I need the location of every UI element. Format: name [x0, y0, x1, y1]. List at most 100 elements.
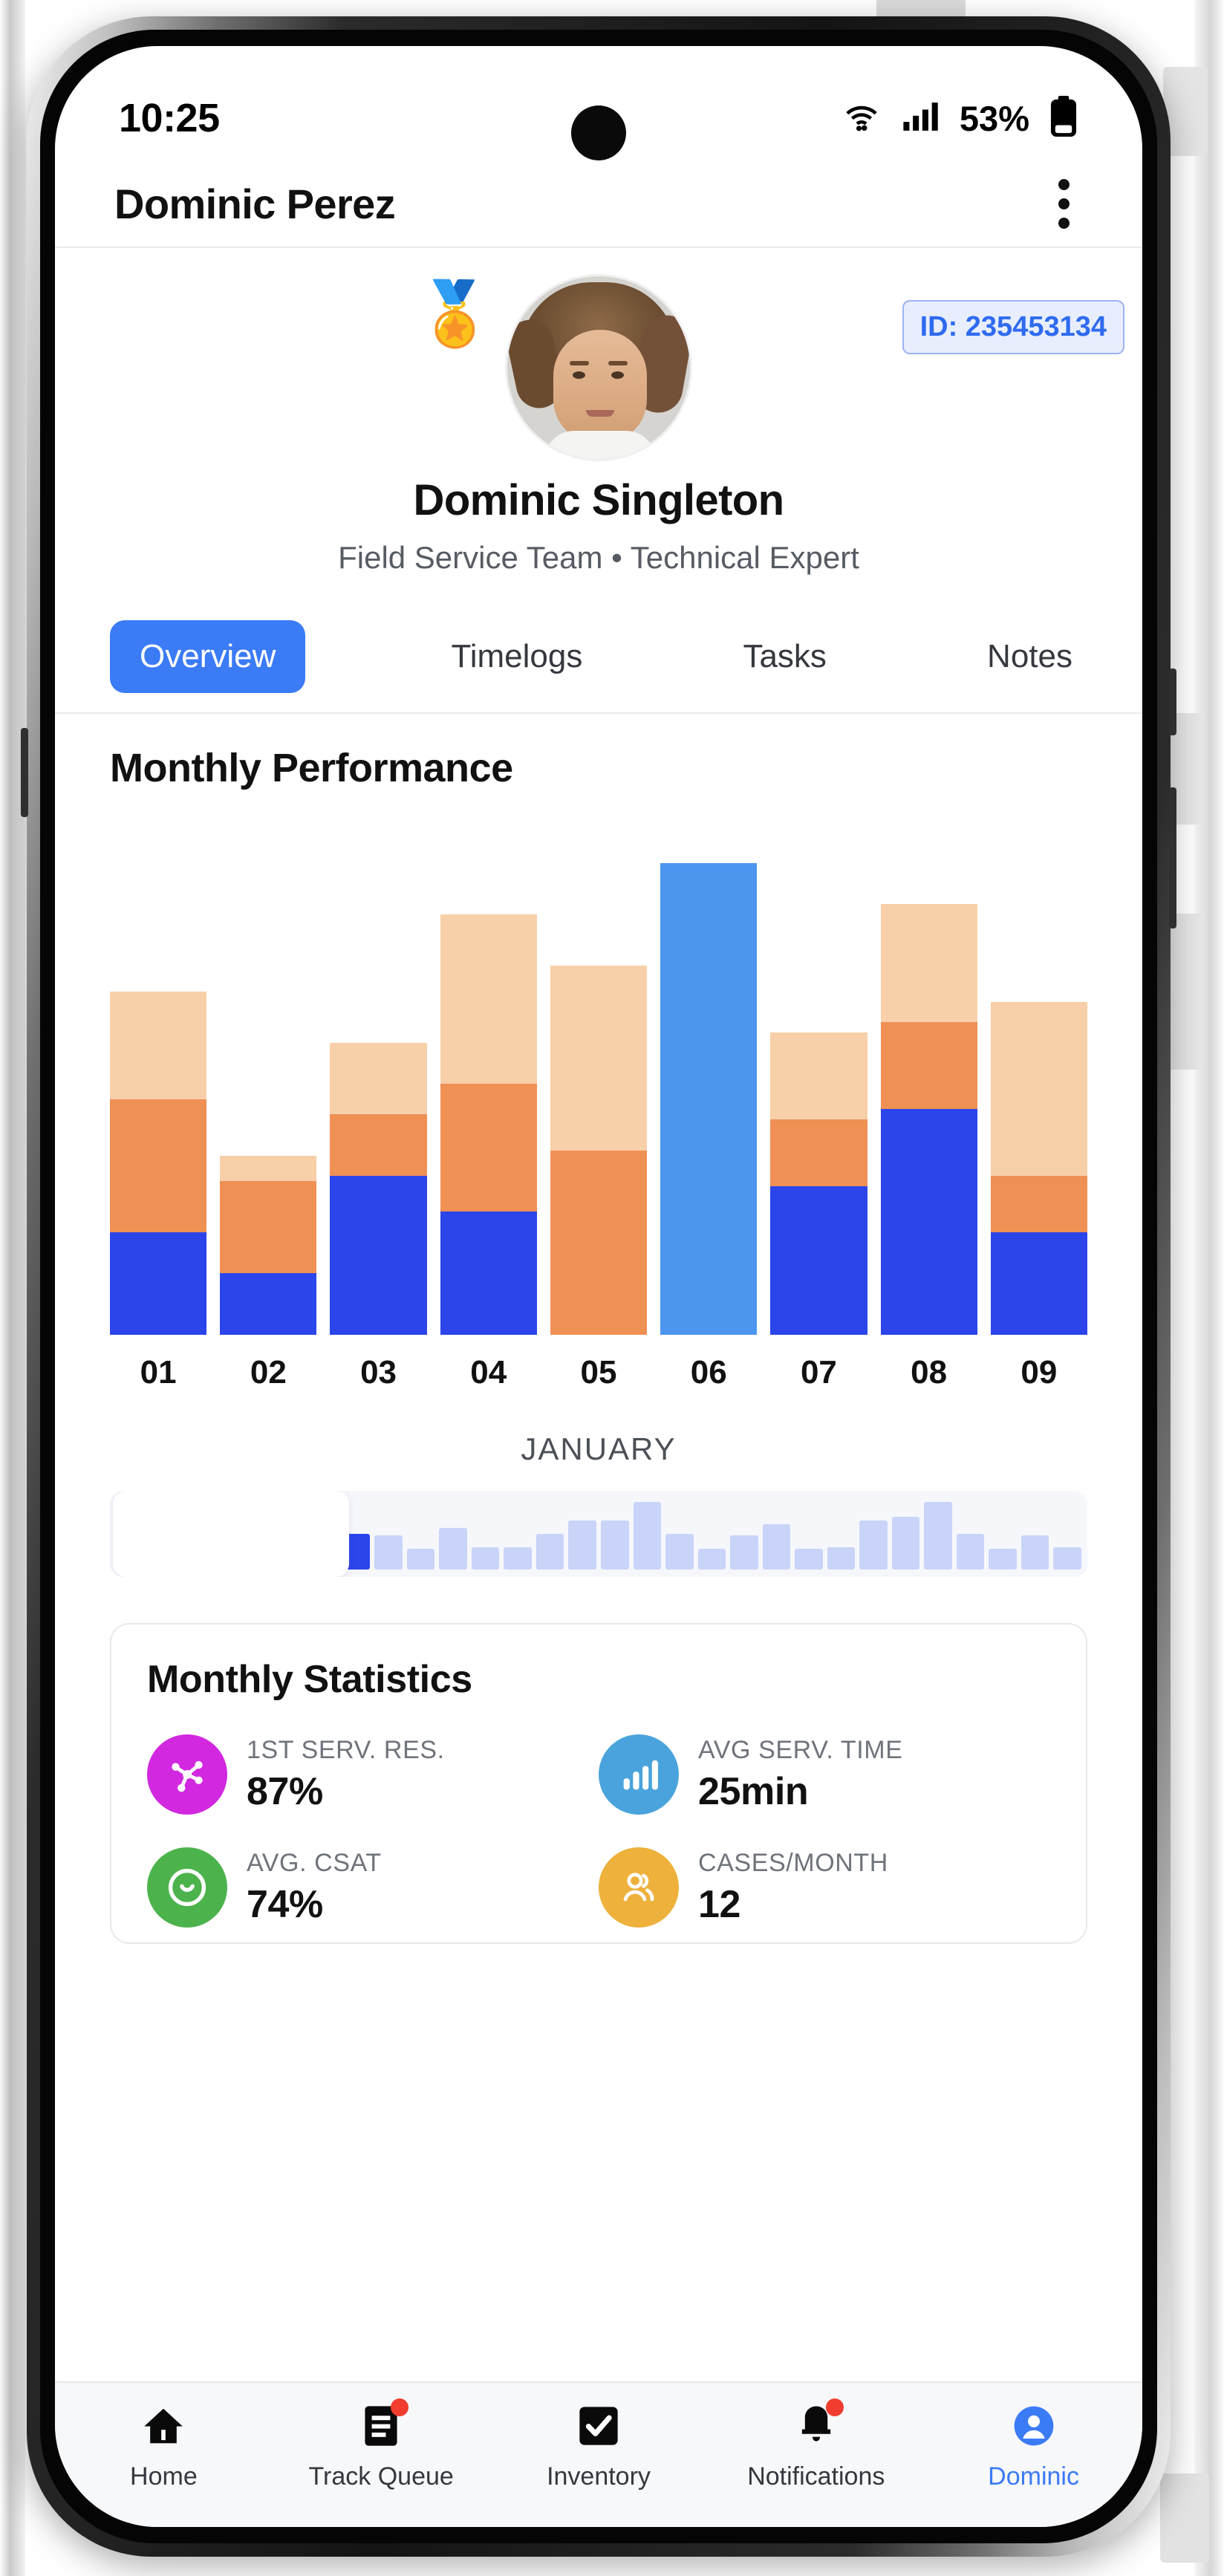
- tab-bar: Overview Timelogs Tasks Notes: [55, 595, 1142, 714]
- tab-notes[interactable]: Notes: [972, 620, 1087, 693]
- tab-overview[interactable]: Overview: [110, 620, 306, 693]
- phone-volume-button[interactable]: [1169, 669, 1176, 735]
- scrubber-bar: [859, 1520, 888, 1570]
- x-axis-label: 07: [800, 1354, 837, 1391]
- nav-item-inventory[interactable]: Inventory: [490, 2401, 708, 2491]
- stat-value: 25min: [698, 1769, 809, 1813]
- status-badge[interactable]: ID: 235453134: [902, 300, 1124, 354]
- scrubber-bar: [212, 1533, 241, 1570]
- scrubber-bar: [730, 1535, 758, 1570]
- home-icon: [139, 2401, 188, 2450]
- stats-grid: 1ST SERV. RES. 87% AVG SERV. TIME 25min …: [147, 1734, 1050, 1928]
- scrubber-bar: [924, 1501, 952, 1570]
- tab-timelogs[interactable]: Timelogs: [436, 620, 597, 693]
- phone-side-button[interactable]: [21, 728, 28, 817]
- user-avatar-icon: [1009, 2401, 1058, 2450]
- nav-item-track-queue[interactable]: Track Queue: [273, 2398, 490, 2491]
- bar-segment-completed: [880, 1109, 977, 1335]
- bottom-navigation: Home Track Queue Inventory Notifications…: [55, 2381, 1142, 2527]
- profile-name: Dominic Singleton: [413, 476, 785, 524]
- smiley-target-icon: [147, 1847, 227, 1928]
- bar-column[interactable]: [770, 822, 867, 1335]
- stat-label: 1ST SERV. RES.: [247, 1735, 445, 1764]
- bar-column[interactable]: [330, 822, 427, 1335]
- stat-label: CASES/MONTH: [698, 1848, 888, 1877]
- scrubber-bar: [956, 1533, 985, 1570]
- scrubber-bar: [180, 1546, 209, 1570]
- scrubber-bar: [795, 1549, 823, 1570]
- cellular-signal-icon: [902, 100, 940, 137]
- battery-percent: 53%: [959, 98, 1029, 138]
- nav-label: Dominic: [988, 2462, 1079, 2491]
- chart-x-axis: 01 02 03 04 05 06 07 08 09: [110, 1354, 1087, 1391]
- bar-segment-in-progress: [110, 1099, 207, 1232]
- bar-segment-completed: [110, 1232, 207, 1335]
- bar-column[interactable]: [440, 822, 537, 1335]
- x-axis-label: 09: [1020, 1354, 1058, 1391]
- scrubber-bar: [1053, 1546, 1081, 1570]
- nav-item-notifications[interactable]: Notifications: [707, 2398, 925, 2491]
- bar-column[interactable]: [990, 822, 1087, 1335]
- performance-chart-section: Monthly Performance 01 02 03 04 05 06 07 08 09 J…: [55, 714, 1142, 1467]
- x-axis-label: 04: [470, 1354, 507, 1391]
- bar-segment-pending: [220, 1155, 317, 1182]
- bar-chart-icon: [599, 1734, 679, 1815]
- bar-segment-completed: [220, 1273, 317, 1335]
- background-panel-right: [1194, 0, 1224, 2576]
- nav-label: Notifications: [747, 2462, 885, 2491]
- more-vertical-icon[interactable]: [1045, 170, 1083, 238]
- scrubber-bar: [989, 1549, 1017, 1570]
- stat-avg-service-time[interactable]: AVG SERV. TIME 25min: [599, 1734, 1050, 1815]
- scrubber-bar: [665, 1533, 694, 1570]
- camera-punch-hole: [571, 105, 626, 160]
- stat-first-service-resolution[interactable]: 1ST SERV. RES. 87%: [147, 1734, 599, 1815]
- chart-range-scrubber[interactable]: [110, 1491, 1087, 1577]
- nav-item-dominic[interactable]: Dominic: [925, 2401, 1142, 2491]
- scrubber-bar: [148, 1549, 177, 1570]
- bar-chart[interactable]: [110, 822, 1087, 1335]
- bar-column[interactable]: [110, 822, 207, 1335]
- bar-segment-in-progress: [220, 1181, 317, 1274]
- scrubber-bar: [342, 1533, 371, 1570]
- nav-item-home[interactable]: Home: [55, 2401, 273, 2491]
- status-clock: 10:25: [119, 96, 220, 140]
- x-axis-label: 03: [360, 1354, 397, 1391]
- bar-column[interactable]: [550, 822, 648, 1335]
- bar-column[interactable]: [660, 822, 758, 1335]
- stat-cases-per-month[interactable]: CASES/MONTH 12: [599, 1847, 1050, 1928]
- bar-column[interactable]: [880, 822, 977, 1335]
- app-header: Dominic Perez: [55, 160, 1142, 248]
- bar-segment-in-progress: [330, 1114, 427, 1177]
- scrubber-bar: [374, 1535, 403, 1570]
- stat-label: AVG. CSAT: [247, 1848, 382, 1877]
- phone-screen: 10:25 53% Dominic Perez 🏅 ID: 235453134 …: [55, 46, 1142, 2527]
- x-axis-label: 08: [911, 1354, 948, 1391]
- scrubber-bar: [277, 1524, 306, 1570]
- scrubber-bar: [1020, 1535, 1049, 1570]
- x-axis-label: 06: [690, 1354, 727, 1391]
- bar-segment-in-progress: [990, 1176, 1087, 1232]
- chart-month-label: JANUARY: [521, 1431, 677, 1466]
- page-title: Dominic Perez: [114, 180, 396, 227]
- status-indicators: 53%: [841, 95, 1078, 141]
- bar-segment-in-progress: [770, 1119, 867, 1186]
- bar-segment-pending: [770, 1032, 867, 1120]
- notification-badge: [825, 2398, 844, 2416]
- avatar[interactable]: [507, 276, 690, 459]
- scrubber-bar: [245, 1524, 273, 1570]
- stats-title: Monthly Statistics: [147, 1658, 472, 1701]
- scrubber-bar: [406, 1549, 435, 1570]
- bar-segment-completed: [440, 1211, 537, 1335]
- users-icon: [599, 1847, 679, 1928]
- tab-tasks[interactable]: Tasks: [728, 620, 841, 693]
- phone-power-button[interactable]: [1169, 787, 1176, 928]
- chart-title: Monthly Performance: [110, 746, 513, 790]
- nav-label: Home: [130, 2462, 198, 2491]
- stat-value: 74%: [247, 1882, 323, 1926]
- status-bar: 10:25 53%: [55, 46, 1142, 160]
- network-hub-icon: [147, 1734, 227, 1815]
- bar-column[interactable]: [220, 822, 317, 1335]
- bar-segment-pending: [110, 991, 207, 1099]
- scrubber-bar: [633, 1501, 662, 1570]
- stat-avg-csat[interactable]: AVG. CSAT 74%: [147, 1847, 599, 1928]
